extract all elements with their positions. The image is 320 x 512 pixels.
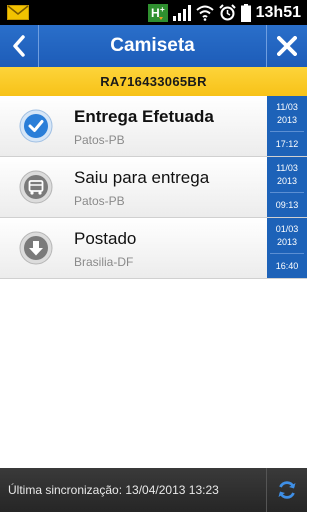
event-time: 09:13 bbox=[275, 200, 299, 210]
event-status: Postado bbox=[74, 229, 137, 248]
app-header: Camiseta bbox=[0, 25, 307, 67]
h-plus-network-icon: H + bbox=[147, 3, 168, 22]
list-item[interactable]: Saiu para entrega Patos-PB 11/03 2013 09… bbox=[0, 157, 307, 218]
battery-icon bbox=[240, 3, 251, 22]
close-icon bbox=[277, 36, 297, 56]
date-divider bbox=[270, 192, 304, 193]
truck-icon bbox=[19, 170, 53, 204]
back-button[interactable] bbox=[0, 25, 39, 67]
event-date: 11/03 2013 17:12 bbox=[267, 96, 307, 156]
event-location: Patos-PB bbox=[74, 194, 125, 208]
list-item[interactable]: Entrega Efetuada Patos-PB 11/03 2013 17:… bbox=[0, 96, 307, 157]
list-item[interactable]: Postado Brasilia-DF 01/03 2013 16:40 bbox=[0, 218, 307, 279]
event-status: Saiu para entrega bbox=[74, 168, 210, 187]
email-icon bbox=[7, 5, 29, 20]
event-location: Patos-PB bbox=[74, 133, 125, 147]
event-date: 11/03 2013 09:13 bbox=[267, 157, 307, 217]
alarm-icon bbox=[218, 4, 236, 21]
event-year: 2013 bbox=[276, 237, 298, 247]
status-bar: H + 13h51 bbox=[0, 0, 307, 25]
chevron-left-icon bbox=[13, 35, 25, 57]
sync-button[interactable] bbox=[266, 468, 307, 512]
close-button[interactable] bbox=[266, 25, 307, 67]
event-day: 11/03 bbox=[276, 163, 298, 173]
svg-text:H: H bbox=[151, 6, 160, 20]
check-circle-icon bbox=[19, 109, 53, 143]
event-time: 16:40 bbox=[275, 261, 299, 271]
refresh-icon bbox=[278, 481, 296, 499]
arrow-down-circle-icon bbox=[19, 231, 53, 265]
event-year: 2013 bbox=[276, 115, 298, 125]
date-divider bbox=[270, 253, 304, 254]
tracking-event-list: Entrega Efetuada Patos-PB 11/03 2013 17:… bbox=[0, 96, 307, 279]
clock: 13h51 bbox=[255, 3, 301, 21]
wifi-icon bbox=[195, 5, 214, 21]
event-year: 2013 bbox=[276, 176, 298, 186]
event-location: Brasilia-DF bbox=[74, 255, 134, 269]
last-sync-label: Última sincronização: 13/04/2013 13:23 bbox=[8, 483, 219, 497]
event-day: 11/03 bbox=[276, 102, 298, 112]
event-date: 01/03 2013 16:40 bbox=[267, 218, 307, 278]
page-title: Camiseta bbox=[110, 35, 195, 56]
event-time: 17:12 bbox=[275, 139, 299, 149]
svg-text:+: + bbox=[160, 5, 165, 14]
event-day: 01/03 bbox=[275, 224, 299, 234]
sync-footer: Última sincronização: 13/04/2013 13:23 bbox=[0, 468, 307, 512]
signal-icon bbox=[172, 4, 191, 21]
tracking-code: RA716433065BR bbox=[0, 67, 307, 96]
date-divider bbox=[270, 131, 304, 132]
event-status: Entrega Efetuada bbox=[74, 107, 214, 126]
